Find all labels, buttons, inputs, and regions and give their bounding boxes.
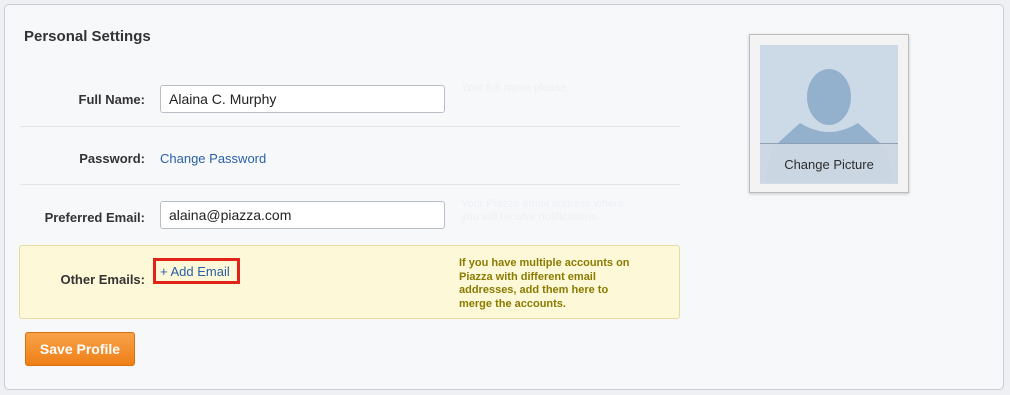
change-password-link[interactable]: Change Password	[160, 151, 266, 166]
change-picture-button[interactable]: Change Picture	[760, 143, 898, 184]
other-emails-label: Other Emails:	[60, 272, 145, 287]
divider	[20, 184, 680, 185]
preferred-email-label: Preferred Email:	[44, 210, 145, 225]
full-name-input[interactable]	[160, 85, 445, 113]
preferred-email-hint: Your Piazza email address where you will…	[461, 198, 624, 223]
section-title: Personal Settings	[24, 28, 151, 45]
preferred-email-input[interactable]	[160, 201, 445, 229]
full-name-label: Full Name:	[78, 92, 145, 107]
divider	[20, 126, 680, 127]
other-emails-hint: If you have multiple accounts on Piazza …	[459, 257, 630, 310]
password-label: Password:	[79, 151, 145, 166]
add-email-link[interactable]: + Add Email	[153, 258, 240, 284]
save-profile-button[interactable]: Save Profile	[25, 332, 135, 366]
avatar-card: Change Picture	[749, 34, 909, 193]
full-name-hint: Your full name please.	[461, 82, 570, 94]
